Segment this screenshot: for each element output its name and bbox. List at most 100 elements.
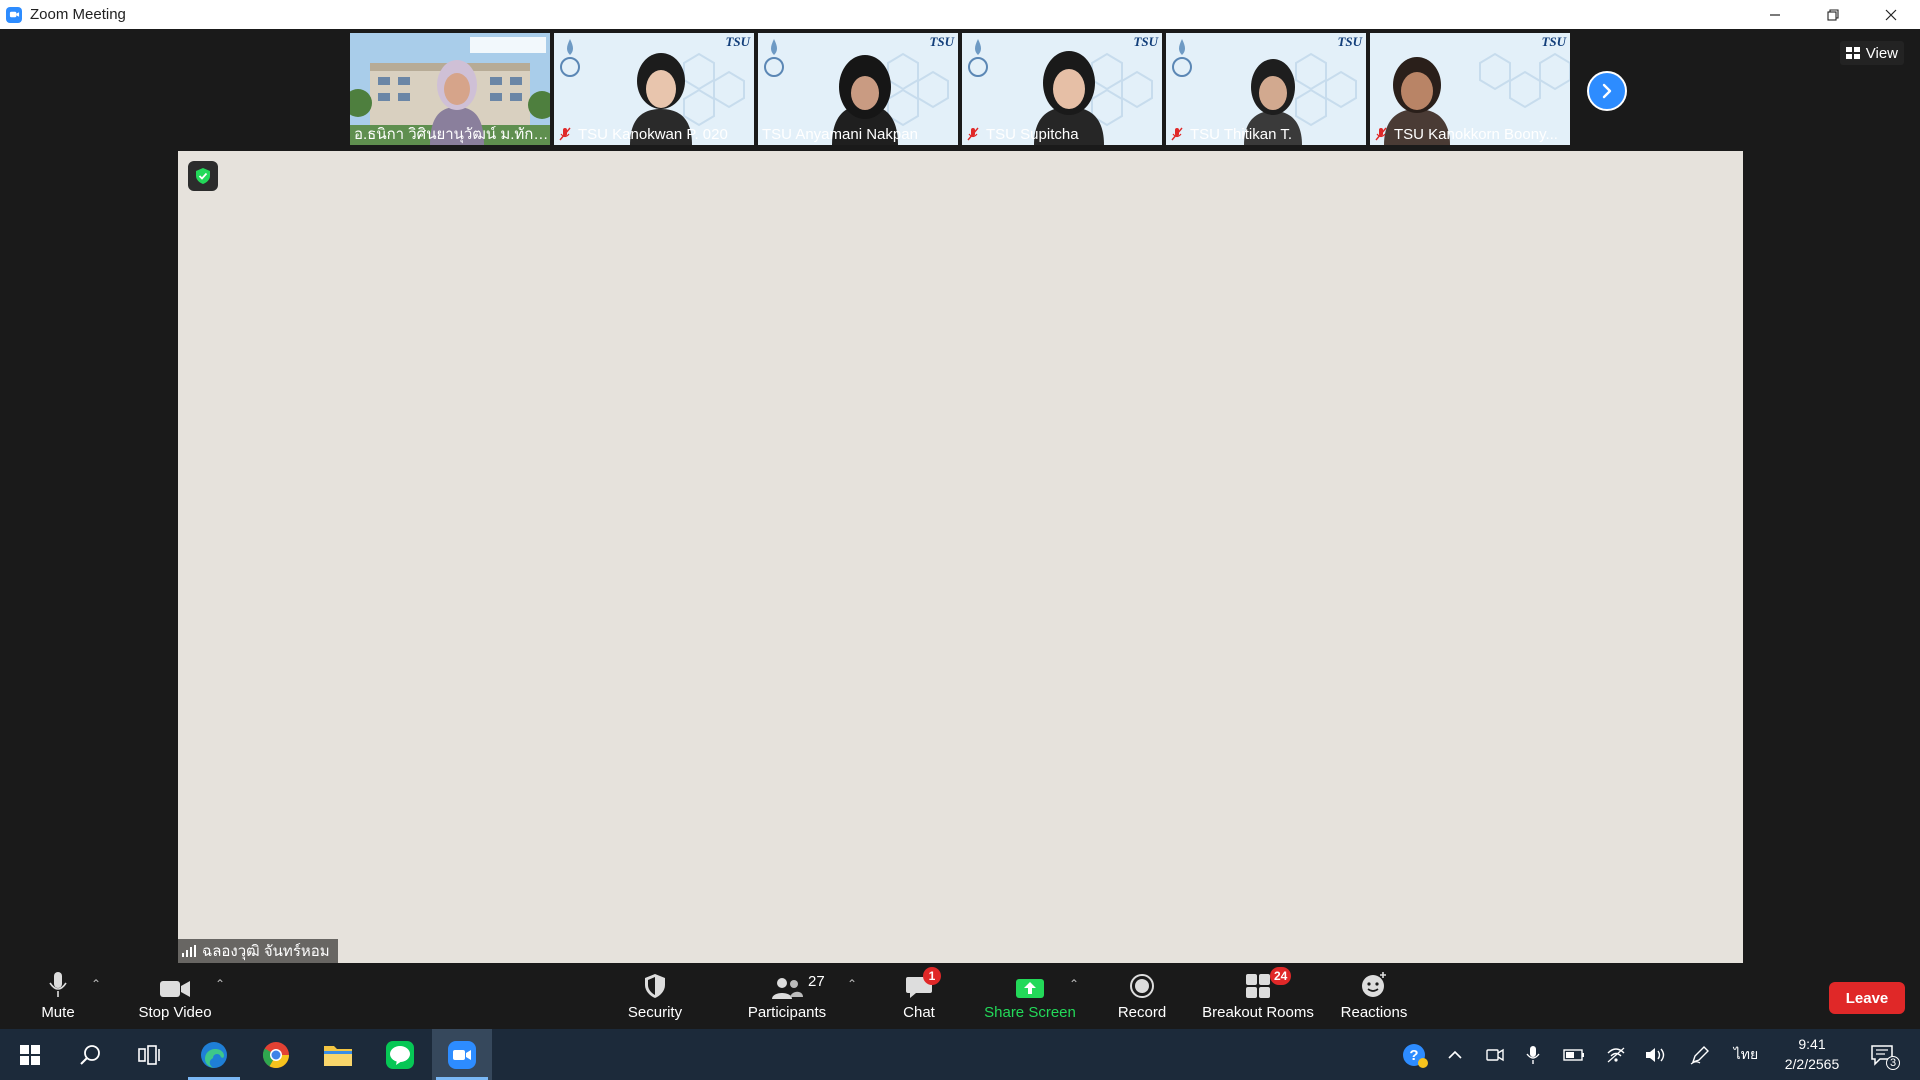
breakout-rooms-button[interactable]: Breakout Rooms xyxy=(1200,963,1316,1029)
security-shield-icon xyxy=(645,974,665,998)
wifi-icon[interactable] xyxy=(1600,1029,1632,1080)
reactions-smiley-icon xyxy=(1362,972,1386,997)
battery-icon[interactable] xyxy=(1558,1029,1590,1080)
taskbar-file-explorer[interactable] xyxy=(308,1029,368,1080)
clock-time: 9:41 xyxy=(1798,1036,1826,1052)
help-tray-icon[interactable]: ? xyxy=(1398,1029,1432,1080)
record-icon xyxy=(1130,974,1154,998)
windows-logo-icon xyxy=(20,1044,40,1065)
notification-count: 3 xyxy=(1886,1056,1900,1070)
breakout-rooms-badge: 24 xyxy=(1270,967,1292,985)
tsu-brand: TSU xyxy=(1337,34,1362,49)
grid-view-icon xyxy=(1845,47,1860,59)
search-button[interactable] xyxy=(60,1029,120,1080)
security-button[interactable]: Security xyxy=(616,963,694,1029)
taskbar-edge-app[interactable] xyxy=(184,1029,244,1080)
edge-browser-icon xyxy=(201,1041,227,1068)
tsu-brand: TSU xyxy=(725,34,750,49)
next-page-button[interactable] xyxy=(1587,71,1627,111)
task-view-icon xyxy=(138,1044,160,1065)
tsu-brand: TSU xyxy=(1541,34,1566,49)
folder-icon xyxy=(324,1045,352,1066)
record-label: Record xyxy=(1117,1004,1167,1021)
participant-thumbnail[interactable]: TSU TSU Kanokkorn Boony... xyxy=(1370,33,1570,145)
taskbar-zoom-app[interactable] xyxy=(432,1029,492,1080)
speaker-name-bar: ฉลองวุฒิ จันทร์หอม xyxy=(178,939,338,963)
stop-video-label: Stop Video xyxy=(138,1004,212,1021)
mute-button[interactable]: Mute xyxy=(28,963,88,1029)
microphone-icon xyxy=(49,972,67,997)
search-icon xyxy=(80,1044,100,1065)
record-button[interactable]: Record xyxy=(1110,963,1174,1029)
meet-now-icon[interactable] xyxy=(1480,1029,1510,1080)
muted-mic-icon xyxy=(1171,127,1183,141)
speaker-name: ฉลองวุฒิ จันทร์หอม xyxy=(202,943,330,960)
taskbar-clock[interactable]: 9:41 2/2/2565 xyxy=(1770,1034,1854,1074)
window-titlebar: Zoom Meeting xyxy=(0,0,1920,29)
mute-label: Mute xyxy=(41,1004,75,1021)
participant-name-bar: TSU Kanokwan P. 020 xyxy=(554,123,754,145)
share-screen-button[interactable]: Share Screen xyxy=(982,963,1078,1029)
participant-filmstrip: อ.ธนิกา วิศินยานุวัฒน์ ม.ทักษิ... TSU TS… xyxy=(350,33,1570,145)
signal-strength-icon xyxy=(182,945,196,957)
encryption-shield-icon[interactable] xyxy=(188,161,218,191)
zoom-logo-icon xyxy=(6,6,22,23)
participant-name-bar: TSU Supitcha xyxy=(962,123,1162,145)
start-button[interactable] xyxy=(0,1029,60,1080)
participant-thumbnail[interactable]: TSU TSU Thitikan T. xyxy=(1166,33,1366,145)
windows-taskbar: ? ไทย 9:41 2/2/2565 3 xyxy=(0,1029,1920,1080)
taskbar-chrome-app[interactable] xyxy=(246,1029,306,1080)
action-center-button[interactable]: 3 xyxy=(1862,1029,1902,1080)
leave-button[interactable]: Leave xyxy=(1829,982,1905,1014)
participants-label: Participants xyxy=(747,1004,827,1021)
participants-icon xyxy=(772,978,803,999)
participants-count: 27 xyxy=(808,973,825,990)
meeting-stage: อ.ธนิกา วิศินยานุวัฒน์ ม.ทักษิ... TSU TS… xyxy=(0,29,1920,963)
pen-ink-icon[interactable] xyxy=(1684,1029,1716,1080)
tsu-brand: TSU xyxy=(929,34,954,49)
participants-options-caret[interactable]: ⌃ xyxy=(847,977,857,991)
security-label: Security xyxy=(627,1004,683,1021)
close-button[interactable] xyxy=(1862,0,1920,29)
svg-text:?: ? xyxy=(1409,1047,1418,1064)
video-camera-icon xyxy=(160,981,190,997)
task-view-button[interactable] xyxy=(120,1029,180,1080)
video-options-caret[interactable]: ⌃ xyxy=(215,977,225,991)
line-app-icon xyxy=(386,1040,414,1069)
show-hidden-icons-chevron-icon[interactable] xyxy=(1440,1029,1470,1080)
microphone-tray-icon[interactable] xyxy=(1518,1029,1548,1080)
participant-name-bar: TSU Anyamani Nakpan xyxy=(758,123,958,145)
participant-thumbnail[interactable]: อ.ธนิกา วิศินยานุวัฒน์ ม.ทักษิ... xyxy=(350,33,550,145)
clock-date: 2/2/2565 xyxy=(1784,1056,1840,1072)
chrome-browser-icon xyxy=(262,1041,290,1068)
muted-mic-icon xyxy=(1375,127,1387,141)
restore-button[interactable] xyxy=(1804,0,1862,29)
stop-video-button[interactable]: Stop Video xyxy=(128,963,222,1029)
meeting-toolbar: Mute ⌃ Stop Video ⌃ Security Participant… xyxy=(0,963,1920,1029)
participant-name-bar: TSU Thitikan T. xyxy=(1166,123,1366,145)
view-button-label: View xyxy=(1865,44,1898,62)
breakout-rooms-icon xyxy=(1246,974,1270,998)
participant-thumbnail[interactable]: TSU TSU Kanokwan P. 020 xyxy=(554,33,754,145)
tsu-brand: TSU xyxy=(1133,34,1158,49)
audio-options-caret[interactable]: ⌃ xyxy=(91,977,101,991)
participant-name: TSU Supitcha xyxy=(986,125,1079,143)
chat-label: Chat xyxy=(903,1004,935,1021)
reactions-label: Reactions xyxy=(1340,1004,1408,1021)
breakout-rooms-label: Breakout Rooms xyxy=(1202,1004,1314,1021)
taskbar-line-app[interactable] xyxy=(370,1029,430,1080)
chat-unread-badge: 1 xyxy=(923,967,941,985)
participant-name: TSU Kanokwan P. 020 xyxy=(578,125,728,143)
participant-thumbnail[interactable]: TSU TSU Anyamani Nakpan xyxy=(758,33,958,145)
participant-name-bar: อ.ธนิกา วิศินยานุวัฒน์ ม.ทักษิ... xyxy=(350,123,550,145)
view-button[interactable]: View xyxy=(1839,41,1904,65)
minimize-button[interactable] xyxy=(1746,0,1804,29)
muted-mic-icon xyxy=(967,127,979,141)
reactions-button[interactable]: Reactions xyxy=(1336,963,1412,1029)
share-options-caret[interactable]: ⌃ xyxy=(1069,977,1079,991)
input-language-indicator[interactable]: ไทย xyxy=(1726,1029,1766,1080)
volume-icon[interactable] xyxy=(1640,1029,1672,1080)
participant-thumbnail[interactable]: TSU TSU Supitcha xyxy=(962,33,1162,145)
participant-name: TSU Kanokkorn Boony... xyxy=(1394,125,1558,143)
muted-mic-icon xyxy=(559,127,571,141)
